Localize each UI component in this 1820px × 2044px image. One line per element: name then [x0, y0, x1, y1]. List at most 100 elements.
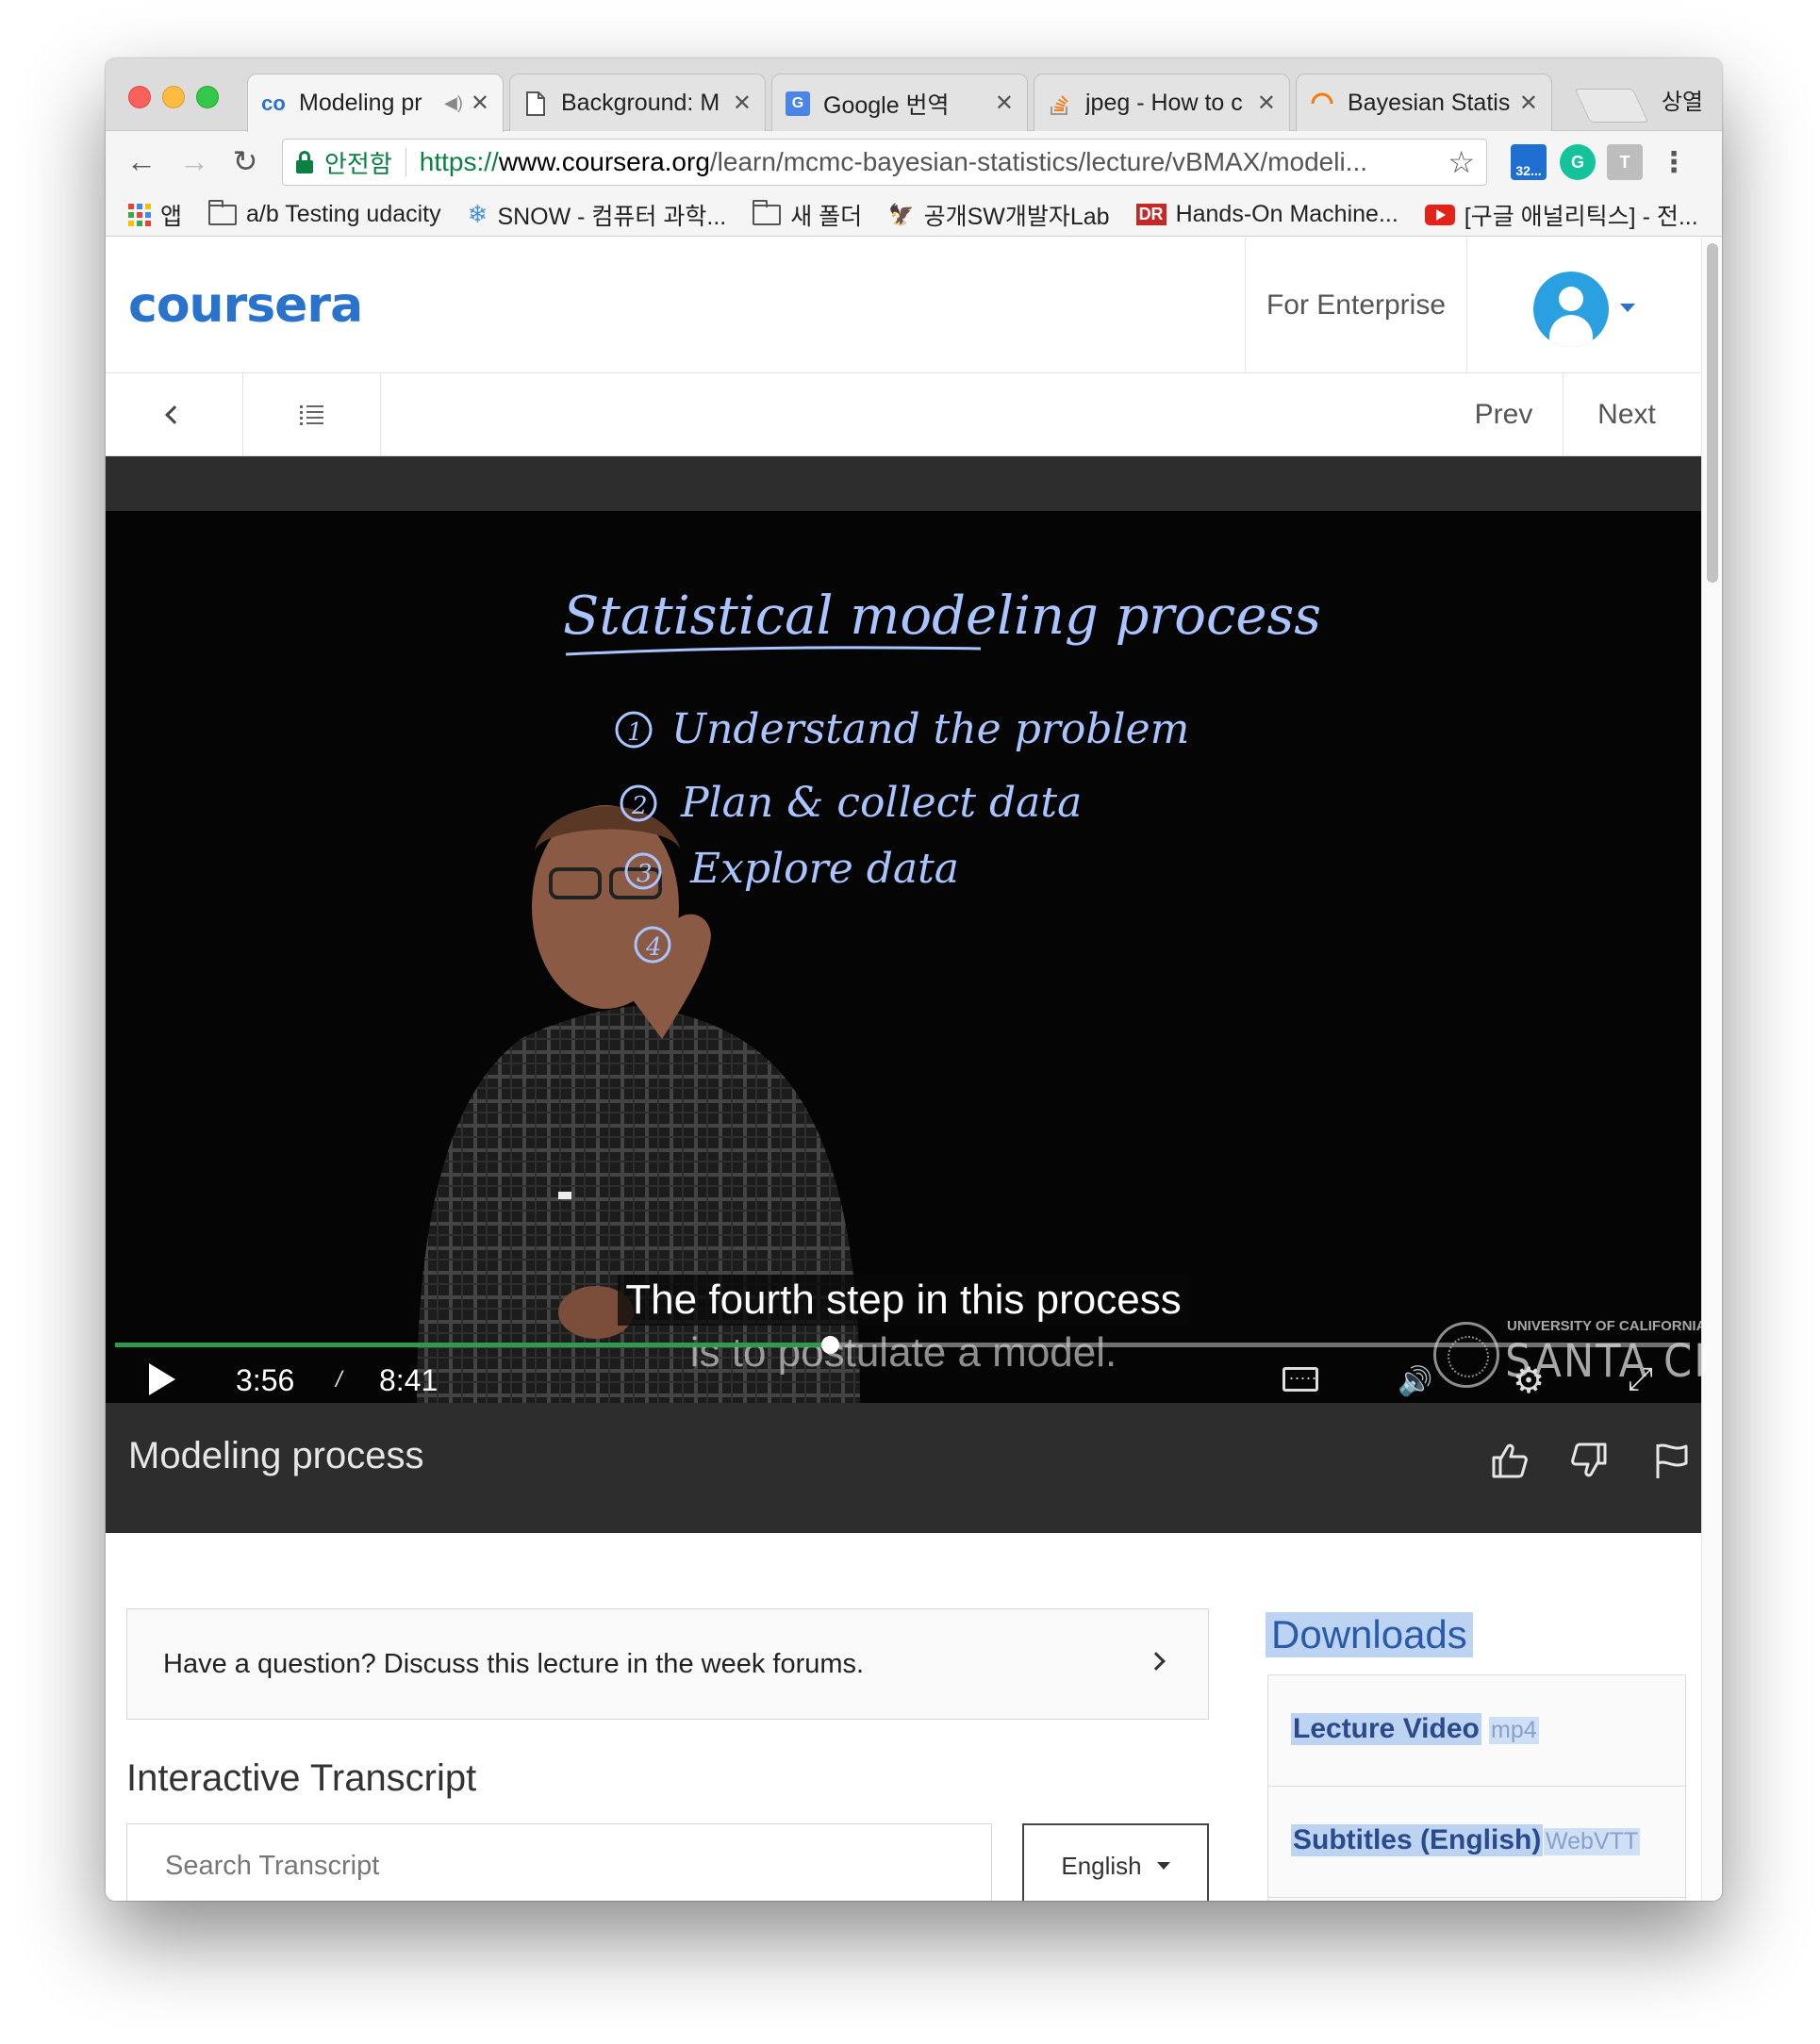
stackoverflow-icon — [1048, 91, 1072, 116]
volume-icon[interactable]: 🔊 — [1398, 1365, 1432, 1398]
for-enterprise-link[interactable]: For Enterprise — [1245, 238, 1467, 373]
folder-icon — [208, 199, 238, 225]
close-tab-icon[interactable]: ✕ — [733, 90, 752, 117]
bookmark-label: [구글 애널리틱스] - 전... — [1464, 203, 1698, 230]
new-tab-button[interactable] — [1574, 89, 1649, 123]
bookmark-hands-on-ml[interactable]: DR Hands-On Machine... — [1135, 201, 1398, 228]
captions-icon[interactable] — [1282, 1364, 1318, 1392]
bookmarks-bar: 앱 a/b Testing udacity ❄ SNOW - 컴퓨터 과학...… — [106, 193, 1722, 237]
tab-google-translate[interactable]: G Google 번역 ✕ — [771, 74, 1028, 132]
bookmark-apps[interactable]: 앱 — [128, 198, 182, 232]
gear-icon[interactable]: ⚙ — [1513, 1360, 1545, 1402]
bookmark-opensw-lab[interactable]: 🦅 공개SW개발자Lab — [888, 198, 1109, 232]
divider — [405, 148, 406, 176]
bookmark-label: Hands-On Machine... — [1175, 201, 1398, 227]
chevron-right-icon — [1147, 1652, 1166, 1671]
downloads-list: Lecture Video mp4 Subtitles (English) We… — [1267, 1674, 1687, 1901]
minimize-window-button[interactable] — [162, 86, 185, 108]
time-separator: / — [336, 1367, 342, 1393]
address-bar[interactable]: 안전함 https://www.coursera.org/learn/mcmc-… — [282, 139, 1487, 186]
search-transcript-input[interactable] — [126, 1823, 992, 1901]
scrollbar-thumb[interactable] — [1707, 243, 1718, 583]
fullscreen-icon[interactable]: ⤢ — [1628, 1361, 1653, 1398]
url-path: /learn/mcmc-bayesian-statistics/lecture/… — [709, 147, 1368, 176]
tab-title: Background: M — [561, 90, 720, 116]
bookmark-star-icon[interactable]: ☆ — [1448, 144, 1475, 180]
lecture-title-bar: Modeling process — [106, 1403, 1701, 1533]
grammarly-icon[interactable]: G — [1560, 144, 1596, 180]
whiteboard-title: Statistical modeling process — [563, 585, 1321, 647]
chevron-down-icon[interactable] — [1620, 304, 1635, 312]
bookmark-new-folder[interactable]: 새 폴더 — [753, 198, 862, 232]
document-icon — [523, 91, 548, 116]
close-tab-icon[interactable]: ✕ — [471, 90, 489, 117]
download-format: WebVTT — [1544, 1828, 1641, 1855]
outline-button[interactable] — [243, 373, 381, 456]
download-name[interactable]: Subtitles (English) — [1291, 1824, 1544, 1856]
video-player[interactable]: Statistical modeling process 1 Understan… — [106, 511, 1701, 1403]
forward-arrow-icon[interactable]: → — [175, 142, 213, 180]
play-icon[interactable] — [149, 1363, 175, 1395]
bookmark-label: a/b Testing udacity — [246, 201, 441, 227]
download-format: mp4 — [1489, 1717, 1539, 1744]
close-tab-icon[interactable]: ✕ — [1257, 90, 1276, 117]
back-button[interactable] — [106, 373, 243, 456]
maximize-window-button[interactable] — [196, 86, 219, 108]
video-controls: 3:56 / 8:41 🔊 ⚙ ⤢ — [106, 1354, 1701, 1403]
close-window-button[interactable] — [128, 86, 151, 108]
progress-bar[interactable] — [115, 1336, 1690, 1354]
coursera-logo[interactable]: coursera — [128, 277, 363, 334]
browser-toolbar: ← → ↻ 안전함 https://www.coursera.org/learn… — [106, 131, 1722, 193]
caption-line1: The fourth step in this process — [618, 1275, 1189, 1326]
thumbs-up-icon[interactable] — [1490, 1441, 1530, 1490]
reload-icon[interactable]: ↻ — [226, 142, 264, 180]
tab-title: Bayesian Statis — [1348, 90, 1511, 116]
list-icon — [299, 403, 324, 428]
whiteboard-step: Plan & collect data — [680, 779, 1082, 827]
menu-kebab-icon[interactable]: ⋮ — [1656, 144, 1692, 180]
lecture-nav-bar: Prev Next — [106, 373, 1701, 456]
tab-bayesian-statistics[interactable]: Bayesian Statis ✕ — [1296, 74, 1552, 132]
apps-grid-icon — [128, 203, 151, 226]
translate-extension-icon[interactable]: T — [1607, 144, 1643, 180]
step-number: 4 — [645, 933, 662, 962]
close-tab-icon[interactable]: ✕ — [995, 90, 1014, 117]
tab-jpeg-how-to[interactable]: jpeg - How to c ✕ — [1034, 74, 1290, 132]
close-tab-icon[interactable]: ✕ — [1519, 90, 1538, 117]
download-item[interactable]: Lecture Video mp4 — [1268, 1675, 1687, 1787]
flag-icon[interactable] — [1652, 1441, 1692, 1490]
tab-modeling-process[interactable]: co Modeling pr ◀) ✕ — [247, 74, 504, 132]
next-button[interactable]: Next — [1565, 373, 1688, 456]
youtube-icon — [1424, 204, 1455, 225]
tab-background[interactable]: Background: M ✕ — [509, 74, 766, 132]
thumbs-down-icon[interactable] — [1569, 1441, 1609, 1490]
folder-icon — [753, 199, 782, 225]
avatar-icon[interactable] — [1533, 272, 1609, 347]
video-top-strip — [106, 456, 1701, 511]
coursera-icon: co — [261, 91, 286, 115]
prev-button[interactable]: Prev — [1445, 373, 1564, 456]
google-translate-icon: G — [786, 91, 810, 116]
progress-fill — [115, 1343, 831, 1347]
bookmark-label: 앱 — [160, 203, 183, 230]
bookmark-ab-testing[interactable]: a/b Testing udacity — [208, 199, 441, 228]
extension-badge-icon[interactable]: 32... — [1511, 144, 1547, 180]
scrollbar[interactable] — [1701, 238, 1722, 1901]
download-name[interactable]: Lecture Video — [1291, 1713, 1481, 1745]
lock-icon — [296, 151, 313, 173]
audio-playing-icon[interactable]: ◀) — [444, 93, 463, 113]
chevron-left-icon — [164, 405, 184, 424]
bookmark-label: 공개SW개발자Lab — [923, 203, 1110, 230]
profile-name[interactable]: 상열 — [1662, 83, 1703, 116]
download-item[interactable]: Subtitles (English) WebVTT — [1268, 1787, 1687, 1898]
language-select[interactable]: English — [1022, 1823, 1209, 1901]
transcript-heading: Interactive Transcript — [126, 1757, 477, 1799]
tab-title: Modeling pr — [299, 90, 422, 116]
bookmark-snow[interactable]: ❄ SNOW - 컴퓨터 과학... — [468, 198, 727, 232]
downloads-heading: Downloads — [1266, 1612, 1473, 1657]
bookmark-google-analytics[interactable]: [구글 애널리틱스] - 전... — [1424, 198, 1698, 232]
forum-link[interactable]: Have a question? Discuss this lecture in… — [126, 1608, 1209, 1720]
lecture-title: Modeling process — [128, 1435, 424, 1476]
back-arrow-icon[interactable]: ← — [123, 142, 160, 180]
snowflake-icon: ❄ — [467, 200, 488, 228]
